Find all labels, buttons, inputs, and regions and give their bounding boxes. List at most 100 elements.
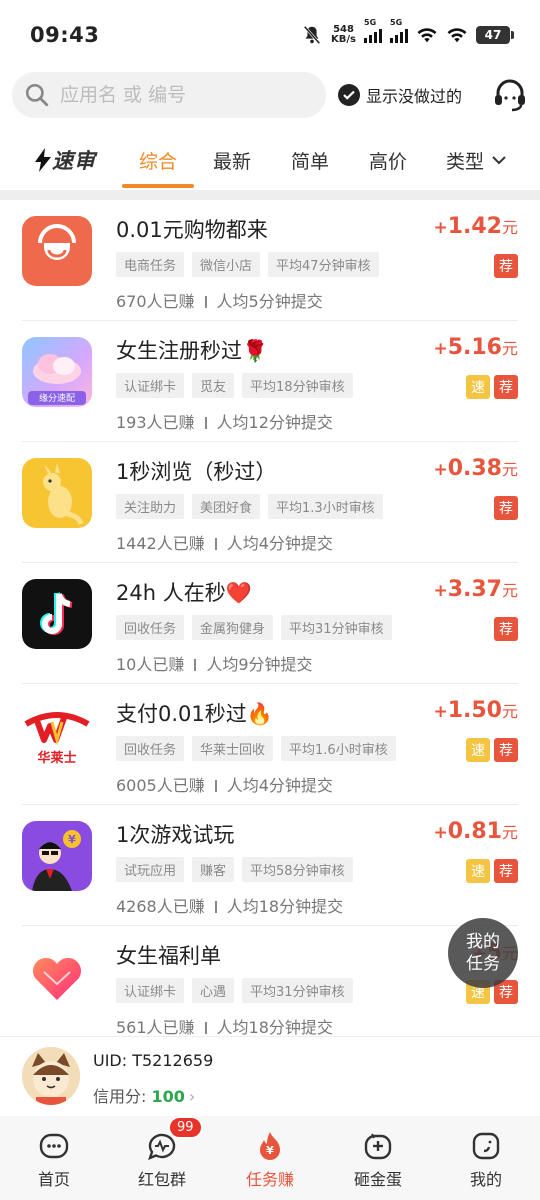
task-item[interactable]: 0.01元购物都来 电商任务 微信小店 平均47分钟审核 670人已赚 人均5分钟…: [22, 200, 518, 321]
nav-golden-egg-label: 砸金蛋: [353, 1170, 402, 1189]
svg-text:¥: ¥: [266, 1144, 274, 1157]
task-title: 支付0.01秒过🔥: [116, 702, 273, 726]
tab-high-price[interactable]: 高价: [369, 130, 407, 190]
wifi-icon: [417, 28, 437, 43]
customer-service-icon[interactable]: [492, 77, 528, 113]
check-circle-icon: [338, 84, 360, 106]
show-undone-toggle[interactable]: 显示没做过的: [338, 83, 462, 107]
battery-icon: 47: [476, 26, 514, 44]
task-tag: 平均58分钟审核: [242, 857, 353, 882]
task-tag: 认证绑卡: [116, 373, 185, 398]
heart-icon: [22, 942, 92, 1012]
nav-task-earn-label: 任务赚: [245, 1170, 294, 1189]
recommend-badge: 荐: [494, 738, 518, 762]
kangaroo-icon: [22, 458, 92, 528]
reward-amount: 1.42: [447, 214, 502, 239]
nav-me[interactable]: 我的: [432, 1116, 540, 1200]
task-item[interactable]: 华莱士 支付0.01秒过🔥 回收任务 华莱士回收 平均1.6小时审核 6005人…: [22, 684, 518, 805]
nav-golden-egg[interactable]: 砸金蛋: [324, 1116, 432, 1200]
search-bar[interactable]: [12, 72, 326, 118]
tab-comprehensive[interactable]: 综合: [122, 130, 194, 190]
signal-2-icon: 5G: [390, 18, 408, 43]
tab-type[interactable]: 类型: [446, 130, 508, 190]
unread-badge: 99: [168, 1116, 203, 1139]
earned-count: 193人已赚: [116, 413, 195, 432]
tiktok-icon: [22, 579, 92, 649]
reward-amount: 1.50: [447, 698, 502, 723]
task-item[interactable]: 女生福利单 认证绑卡 心遇 平均31分钟审核 561人已赚人均18分钟提交 +5…: [22, 926, 518, 1047]
task-badges: 荐: [494, 496, 518, 520]
task-tags: 试玩应用 赚客 平均58分钟审核: [116, 857, 353, 882]
task-tag: 平均31分钟审核: [242, 978, 353, 1003]
avatar[interactable]: [22, 1047, 80, 1105]
tab-simple[interactable]: 简单: [291, 130, 329, 190]
task-tag: 电商任务: [116, 252, 185, 277]
reward-unit: 元: [501, 339, 518, 358]
task-title: 女生福利单: [116, 944, 221, 968]
task-title: 0.01元购物都来: [116, 218, 268, 242]
task-badges: 速荐: [466, 859, 518, 883]
credit-label: 信用分:: [93, 1087, 152, 1106]
icon-caption: 华莱士: [37, 750, 76, 766]
recommend-badge: 荐: [494, 617, 518, 641]
nav-task-earn[interactable]: ¥ 任务赚: [216, 1116, 324, 1200]
task-title: 1次游戏试玩: [116, 823, 235, 847]
gamer-icon: ¥: [22, 821, 92, 891]
task-stats: 193人已赚 人均12分钟提交: [116, 409, 333, 433]
search-row: 显示没做过的: [12, 72, 528, 118]
profile-icon: [472, 1132, 500, 1160]
reward-unit: 元: [501, 702, 518, 721]
reward-plus: +: [433, 460, 448, 480]
task-item[interactable]: ¥ 1次游戏试玩 试玩应用 赚客 平均58分钟审核 4268人已赚 人均18分钟提…: [22, 805, 518, 926]
tab-latest[interactable]: 最新: [213, 130, 251, 190]
avg-submit-time: 人均4分钟提交: [226, 776, 333, 795]
task-badges: 速荐: [466, 375, 518, 399]
task-tag: 关注助力: [116, 494, 185, 519]
mute-bell-icon: [303, 25, 321, 45]
reward-unit: 元: [501, 218, 518, 237]
task-reward: +3.37元: [433, 577, 518, 602]
net-speed: 548 KB/s: [331, 25, 356, 45]
signal-1-icon: 5G: [364, 18, 382, 43]
user-card: UID: T5212659 信用分: 100 ›: [0, 1036, 540, 1116]
chevron-down-icon: [492, 156, 506, 165]
task-tags: 电商任务 微信小店 平均47分钟审核: [116, 252, 379, 277]
my-tasks-button[interactable]: 我的 任务: [448, 918, 518, 988]
earned-count: 561人已赚: [116, 1018, 195, 1037]
task-tag: 华莱士回收: [192, 736, 274, 761]
reward-amount: 0.81: [447, 819, 502, 844]
task-item[interactable]: 缘分速配 女生注册秒过🌹 认证绑卡 觅友 平均18分钟审核 193人已赚 人均12…: [22, 321, 518, 442]
task-stats: 4268人已赚 人均18分钟提交: [116, 893, 343, 917]
task-tag: 平均18分钟审核: [242, 373, 353, 398]
lightning-icon: [35, 148, 51, 172]
egg-plus-icon: [364, 1133, 392, 1160]
speed-review-logo[interactable]: 速审: [34, 130, 96, 190]
avg-submit-time: 人均18分钟提交: [216, 1018, 333, 1037]
task-title: 女生注册秒过🌹: [116, 339, 269, 363]
search-input[interactable]: [60, 84, 300, 106]
task-item[interactable]: 1秒浏览（秒过） 关注助力 美团好食 平均1.3小时审核 1442人已赚 人均4分…: [22, 442, 518, 563]
clock: 09:43: [30, 23, 100, 47]
status-bar: 09:43 548 KB/s 5G 5G 47: [0, 0, 540, 70]
task-tags: 关注助力 美团好食 平均1.3小时审核: [116, 494, 383, 519]
nav-home[interactable]: 首页: [0, 1116, 108, 1200]
signal-1-label: 5G: [364, 18, 377, 27]
nav-redpacket-group[interactable]: 99 红包群: [108, 1116, 216, 1200]
task-tag: 觅友: [192, 373, 235, 398]
credit-score[interactable]: 信用分: 100 ›: [93, 1083, 195, 1107]
task-item[interactable]: 24h 人在秒❤️ 回收任务 金属狗健身 平均31分钟审核 10人已赚 人均9分钟…: [22, 563, 518, 684]
reward-plus: +: [433, 581, 448, 601]
fire-coin-icon: ¥: [260, 1132, 280, 1160]
task-tag: 回收任务: [116, 615, 185, 640]
recommend-badge: 荐: [494, 375, 518, 399]
task-title: 24h 人在秒❤️: [116, 581, 252, 605]
signal-2-label: 5G: [390, 18, 403, 27]
earned-count: 670人已赚: [116, 292, 195, 311]
show-undone-label: 显示没做过的: [366, 87, 463, 106]
shop-icon: [22, 216, 92, 286]
recommend-badge: 荐: [494, 254, 518, 278]
earned-count: 6005人已赚: [116, 776, 205, 795]
task-stats: 561人已赚 人均18分钟提交: [116, 1014, 333, 1038]
task-reward: +0.81元: [433, 819, 518, 844]
task-tag: 认证绑卡: [116, 978, 185, 1003]
